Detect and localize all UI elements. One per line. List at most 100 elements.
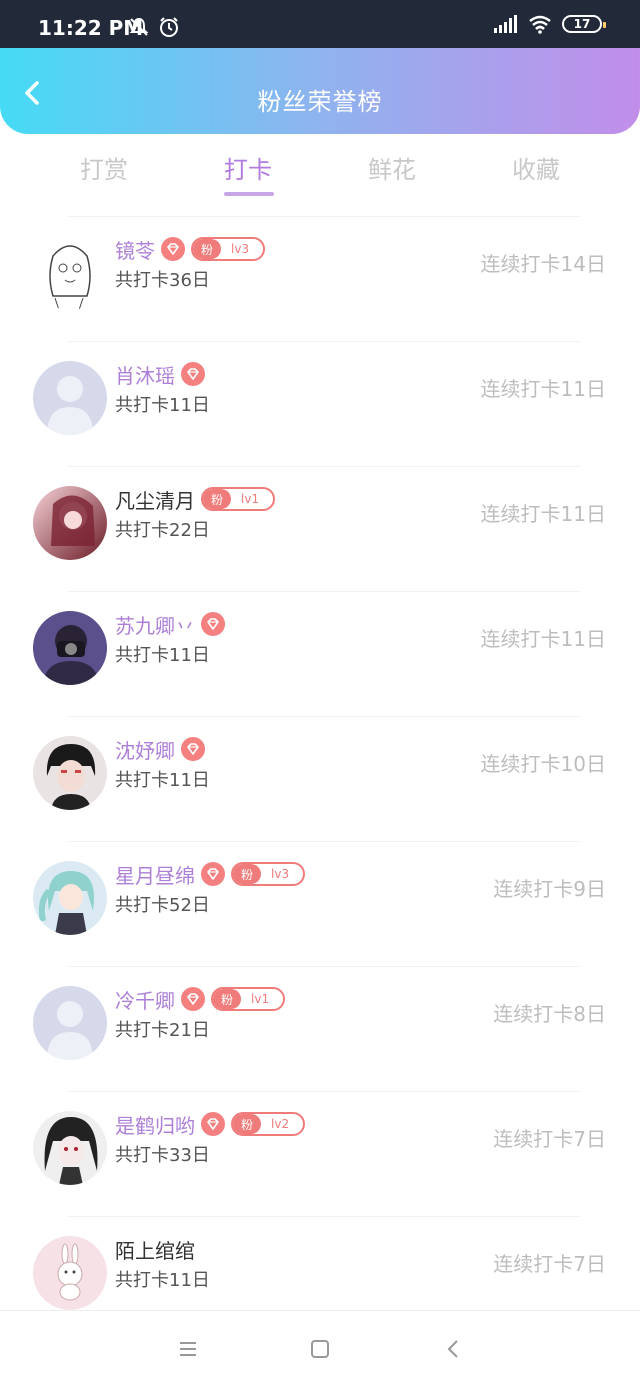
list-item[interactable]: 镜苓 粉 lv3 共打卡36日 连续打卡14日 xyxy=(0,204,640,329)
list-item[interactable]: 肖沐瑶共打卡11日 连续打卡11日 xyxy=(0,329,640,454)
name-line: 苏九卿丷 xyxy=(115,609,225,639)
purple-photo-avatar xyxy=(33,611,107,685)
bell-off-icon xyxy=(129,17,149,36)
fan-level-badge: 粉 lv3 xyxy=(231,862,306,886)
row-divider xyxy=(68,966,580,967)
name-line: 肖沐瑶 xyxy=(115,359,205,389)
total-checkin-days: 共打卡52日 xyxy=(115,895,210,916)
total-checkin-days: 共打卡11日 xyxy=(115,1270,210,1291)
user-name[interactable]: 苏九卿丷 xyxy=(115,610,195,639)
wifi-icon xyxy=(529,15,551,34)
total-checkin-days: 共打卡11日 xyxy=(115,395,210,416)
checkin-streak: 连续打卡7日 xyxy=(493,1252,606,1276)
diamond-icon xyxy=(201,862,225,886)
avatar[interactable] xyxy=(33,1236,107,1310)
diamond-icon xyxy=(181,362,205,386)
pink-bunny-avatar xyxy=(33,1236,107,1310)
hd-signal-icon xyxy=(494,15,517,33)
list-item[interactable]: 冷千卿 粉 lv1 共打卡21日 连续打卡8日 xyxy=(0,954,640,1079)
row-divider xyxy=(68,1091,580,1092)
header-bar: 粉丝荣誉榜 xyxy=(0,48,640,134)
default-avatar xyxy=(33,986,107,1060)
list-item[interactable]: 凡尘清月粉 lv1 共打卡22日 连续打卡11日 xyxy=(0,454,640,579)
user-name[interactable]: 肖沐瑶 xyxy=(115,360,175,389)
fan-badge-level: lv2 xyxy=(271,1117,290,1131)
row-divider xyxy=(68,216,580,217)
list-item[interactable]: 苏九卿丷共打卡11日 连续打卡11日 xyxy=(0,579,640,704)
checkin-streak: 连续打卡9日 xyxy=(493,877,606,901)
checkin-streak: 连续打卡10日 xyxy=(480,752,606,776)
monochrome-girl-avatar xyxy=(33,1111,107,1185)
status-bar: 11:22 PM 17 xyxy=(0,0,640,48)
avatar[interactable] xyxy=(33,861,107,935)
diamond-icon xyxy=(181,737,205,761)
total-checkin-days: 共打卡11日 xyxy=(115,645,210,666)
avatar[interactable] xyxy=(33,611,107,685)
fan-badge-level: lv1 xyxy=(241,492,260,506)
avatar[interactable] xyxy=(33,986,107,1060)
list-item[interactable]: 是鹤归哟 粉 lv2 共打卡33日 连续打卡7日 xyxy=(0,1079,640,1204)
diamond-icon xyxy=(201,612,225,636)
diamond-icon xyxy=(201,1112,225,1136)
dark-hair-avatar xyxy=(33,736,107,810)
user-name[interactable]: 星月昼绵 xyxy=(115,860,195,889)
red-anime-avatar xyxy=(33,486,107,560)
total-checkin-days: 共打卡11日 xyxy=(115,770,210,791)
fan-level-badge: 粉 lv1 xyxy=(201,487,276,511)
teal-hair-avatar xyxy=(33,861,107,935)
checkin-streak: 连续打卡11日 xyxy=(480,627,606,651)
tab-bar: 打赏 打卡 鲜花 收藏 xyxy=(0,140,640,204)
fan-badge-label: 粉 xyxy=(233,864,262,884)
menu-icon[interactable] xyxy=(176,1337,200,1361)
active-tab-indicator xyxy=(224,192,274,196)
avatar[interactable] xyxy=(33,1111,107,1185)
fan-badge-level: lv1 xyxy=(251,992,270,1006)
user-name[interactable]: 是鹤归哟 xyxy=(115,1110,195,1139)
name-line: 陌上绾绾 xyxy=(115,1234,195,1264)
avatar[interactable] xyxy=(33,486,107,560)
fan-badge-label: 粉 xyxy=(203,489,232,509)
avatar[interactable] xyxy=(33,736,107,810)
home-square-icon[interactable] xyxy=(308,1337,332,1361)
tab-flowers[interactable]: 鲜花 xyxy=(368,150,416,185)
user-name[interactable]: 冷千卿 xyxy=(115,985,175,1014)
fan-ranking-list: 镜苓粉 lv3 共打卡36日 连续打卡14日 肖沐瑶 共打卡11日 连续打卡11日 凡尘清月粉… xyxy=(0,204,640,1329)
fan-badge-label: 粉 xyxy=(233,1114,262,1134)
battery-level: 17 xyxy=(573,17,591,31)
tab-favorites[interactable]: 收藏 xyxy=(512,150,560,185)
system-nav-bar xyxy=(0,1310,640,1387)
list-item[interactable]: 沈妤卿共打卡11日 连续打卡10日 xyxy=(0,704,640,829)
fan-badge-label: 粉 xyxy=(213,989,242,1009)
fan-badge-level: lv3 xyxy=(271,867,290,881)
row-divider xyxy=(68,841,580,842)
tab-reward[interactable]: 打赏 xyxy=(80,150,128,185)
row-divider xyxy=(68,591,580,592)
name-line: 冷千卿 粉 lv1 xyxy=(115,984,286,1014)
user-name[interactable]: 陌上绾绾 xyxy=(115,1235,195,1264)
row-divider xyxy=(68,1216,580,1217)
user-name[interactable]: 沈妤卿 xyxy=(115,735,175,764)
total-checkin-days: 共打卡22日 xyxy=(115,520,210,541)
fan-level-badge: 粉 lv2 xyxy=(231,1112,306,1136)
row-divider xyxy=(68,341,580,342)
total-checkin-days: 共打卡36日 xyxy=(115,270,210,291)
fan-badge-level: lv3 xyxy=(231,242,250,256)
user-name[interactable]: 镜苓 xyxy=(115,235,155,264)
back-triangle-icon[interactable] xyxy=(442,1337,466,1361)
avatar[interactable] xyxy=(33,236,107,310)
diamond-icon xyxy=(161,237,185,261)
list-item[interactable]: 星月昼绵 粉 lv3 共打卡52日 连续打卡9日 xyxy=(0,829,640,954)
user-name[interactable]: 凡尘清月 xyxy=(115,485,195,514)
row-divider xyxy=(68,716,580,717)
page-title: 粉丝荣誉榜 xyxy=(257,88,383,116)
total-checkin-days: 共打卡33日 xyxy=(115,1145,210,1166)
avatar[interactable] xyxy=(33,361,107,435)
checkin-streak: 连续打卡11日 xyxy=(480,377,606,401)
checkin-streak: 连续打卡11日 xyxy=(480,502,606,526)
tab-checkin[interactable]: 打卡 xyxy=(224,150,272,185)
diamond-icon xyxy=(181,987,205,1011)
sketch-girl-avatar xyxy=(33,236,107,310)
name-line: 星月昼绵 粉 lv3 xyxy=(115,859,306,889)
status-icons-left xyxy=(128,16,180,38)
battery-icon: 17 xyxy=(562,15,606,33)
